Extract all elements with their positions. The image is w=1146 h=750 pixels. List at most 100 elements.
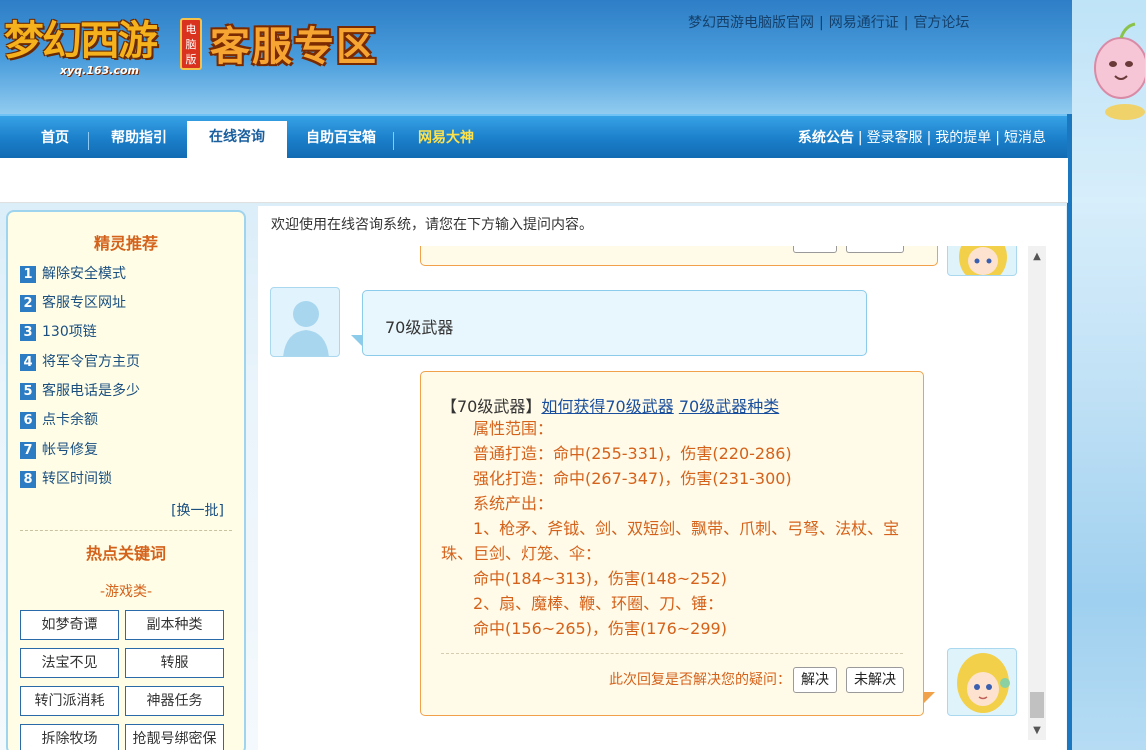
recommend-item[interactable]: 8 转区时间锁: [20, 468, 112, 488]
item-number: 5: [20, 383, 36, 400]
separator: |: [926, 130, 932, 146]
official-forum-link[interactable]: 官方论坛: [913, 15, 969, 31]
recommend-label: 130项链: [42, 324, 97, 340]
separator: |: [857, 130, 863, 146]
sidebar-panel: 精灵推荐 1 解除安全模式 2 客服专区网址 3 130项链 4 将军令官方主页 5 客服…: [6, 210, 246, 750]
nav-home[interactable]: 首页: [22, 116, 88, 158]
logo-badge: 电脑版: [180, 18, 202, 70]
recommend-item[interactable]: 3 130项链: [20, 321, 97, 341]
recommend-label: 客服电话是多少: [42, 383, 140, 399]
chat-scrollbar[interactable]: ▲ ▼: [1028, 246, 1046, 740]
sub-bar: [0, 158, 1068, 203]
user-message-text: 70级武器: [385, 318, 454, 337]
nav-help-guide[interactable]: 帮助指引: [96, 116, 182, 158]
top-links: 梦幻西游电脑版官网 | 网易通行证 | 官方论坛: [688, 12, 969, 32]
recommend-item[interactable]: 6 点卡余额: [20, 409, 98, 429]
nav-right-links: 系统公告 | 登录客服 | 我的提单 | 短消息: [798, 116, 1046, 160]
reply-header: 【70级武器】如何获得70级武器 70级武器种类: [441, 393, 779, 417]
user-message-bubble: 70级武器: [351, 290, 867, 356]
nav-self-service-box[interactable]: 自助百宝箱: [294, 116, 388, 158]
chat-area: 70级武器 【70级武器】如何获得70级武器 70级武器种类 属性范围： 普通打…: [262, 246, 1046, 750]
recommend-item[interactable]: 4 将军令官方主页: [20, 351, 140, 371]
recommend-label: 解除安全模式: [42, 266, 126, 282]
scroll-thumb[interactable]: [1030, 692, 1044, 718]
reply-line: 1、枪矛、斧钺、剑、双短剑、飘带、爪刺、弓弩、法杖、宝: [473, 519, 900, 538]
main-nav: 首页 帮助指引 在线咨询 自助百宝箱 网易大神 系统公告 | 登录客服 | 我的提单 | 短…: [0, 114, 1072, 160]
nav-netease-dashen[interactable]: 网易大神: [402, 116, 490, 158]
recommend-item[interactable]: 1 解除安全模式: [20, 263, 126, 283]
prev-resolved-button[interactable]: [793, 246, 837, 253]
item-number: 2: [20, 295, 36, 312]
reply-line: 普通打造：命中(255-331)，伤害(220-286): [473, 444, 792, 463]
reply-bubble: 【70级武器】如何获得70级武器 70级武器种类 属性范围： 普通打造：命中(2…: [420, 371, 935, 716]
separator: |: [903, 15, 909, 31]
recommend-label: 点卡余额: [42, 412, 98, 428]
item-number: 7: [20, 442, 36, 459]
site-header: 梦幻西游 xyq.163.com 电脑版 客服专区 梦幻西游电脑版官网 | 网易通行…: [0, 0, 1146, 115]
user-avatar: [270, 287, 340, 357]
reply-line: 珠、巨剑、灯笼、伞：: [441, 544, 602, 563]
logo-url: xyq.163.com: [60, 64, 139, 77]
resolved-button[interactable]: 解决: [793, 667, 837, 693]
reply-line: 强化打造：命中(267-347)，伤害(231-300): [473, 469, 792, 488]
keyword-button[interactable]: 副本种类: [125, 610, 224, 640]
nav-separator: [88, 132, 89, 150]
scroll-up-icon[interactable]: ▲: [1028, 248, 1046, 266]
reply-line: 命中(156~265)，伤害(176~299): [473, 619, 727, 638]
recommend-item[interactable]: 5 客服电话是多少: [20, 380, 140, 400]
reply-topic: 【70级武器】: [441, 397, 542, 416]
game-logo[interactable]: 梦幻西游 xyq.163.com 电脑版: [4, 6, 204, 81]
reply-line: 属性范围：: [473, 419, 554, 438]
agent-avatar: [947, 246, 1017, 276]
weapon-types-link[interactable]: 70级武器种类: [679, 397, 779, 416]
agent-avatar: [947, 648, 1017, 716]
how-to-get-link[interactable]: 如何获得70级武器: [541, 397, 673, 416]
content-border: [1067, 114, 1072, 750]
reply-divider: [441, 653, 903, 654]
reply-line: 系统产出：: [473, 494, 554, 513]
keyword-button[interactable]: 如梦奇谭: [20, 610, 119, 640]
recommend-label: 帐号修复: [42, 442, 98, 458]
keyword-button[interactable]: 拆除牧场: [20, 724, 119, 750]
recommend-label: 将军令官方主页: [42, 354, 140, 370]
short-message-link[interactable]: 短消息: [1004, 130, 1046, 146]
recommend-title: 精灵推荐: [93, 234, 158, 253]
keyword-button[interactable]: 法宝不见: [20, 648, 119, 678]
keyword-category: -游戏类-: [99, 584, 153, 600]
item-number: 8: [20, 471, 36, 488]
item-number: 3: [20, 324, 36, 341]
recommend-item[interactable]: 2 客服专区网址: [20, 292, 126, 312]
refresh-batch-link[interactable]: [换一批]: [171, 500, 224, 520]
official-site-link[interactable]: 梦幻西游电脑版官网: [688, 15, 814, 31]
prev-unresolved-button[interactable]: [846, 246, 904, 253]
zone-title: 客服专区: [210, 24, 378, 70]
my-tickets-link[interactable]: 我的提单: [935, 130, 991, 146]
resolve-question: 此次回复是否解决您的疑问：: [609, 672, 791, 688]
previous-reply-bubble: [420, 246, 938, 266]
item-number: 4: [20, 354, 36, 371]
recommend-label: 客服专区网址: [42, 295, 126, 311]
reply-line: 命中(184~313)，伤害(148~252): [473, 569, 727, 588]
system-notice-link[interactable]: 系统公告: [798, 130, 854, 146]
item-number: 1: [20, 266, 36, 283]
keyword-button[interactable]: 转门派消耗: [20, 686, 119, 716]
nav-online-consult[interactable]: 在线咨询: [187, 121, 287, 160]
hot-keywords-title: 热点关键词: [85, 544, 166, 563]
login-service-link[interactable]: 登录客服: [867, 130, 923, 146]
keyword-button[interactable]: 转服: [125, 648, 224, 678]
nav-separator: [393, 132, 394, 150]
item-number: 6: [20, 412, 36, 429]
keyword-button[interactable]: 神器任务: [125, 686, 224, 716]
reply-line: 2、扇、魔棒、鞭、环圈、刀、锤：: [473, 594, 724, 613]
keyword-button[interactable]: 抢靓号绑密保: [125, 724, 224, 750]
scroll-down-icon[interactable]: ▼: [1028, 722, 1046, 740]
unresolved-button[interactable]: 未解决: [846, 667, 904, 693]
separator: |: [995, 130, 1000, 146]
recommend-label: 转区时间锁: [42, 471, 112, 487]
separator: |: [819, 15, 824, 31]
logo-text: 梦幻西游: [4, 17, 158, 64]
recommend-item[interactable]: 7 帐号修复: [20, 439, 98, 459]
welcome-text: 欢迎使用在线咨询系统，请您在下方输入提问内容。: [271, 217, 593, 233]
netease-passport-link[interactable]: 网易通行证: [829, 15, 899, 31]
divider: [20, 530, 232, 531]
